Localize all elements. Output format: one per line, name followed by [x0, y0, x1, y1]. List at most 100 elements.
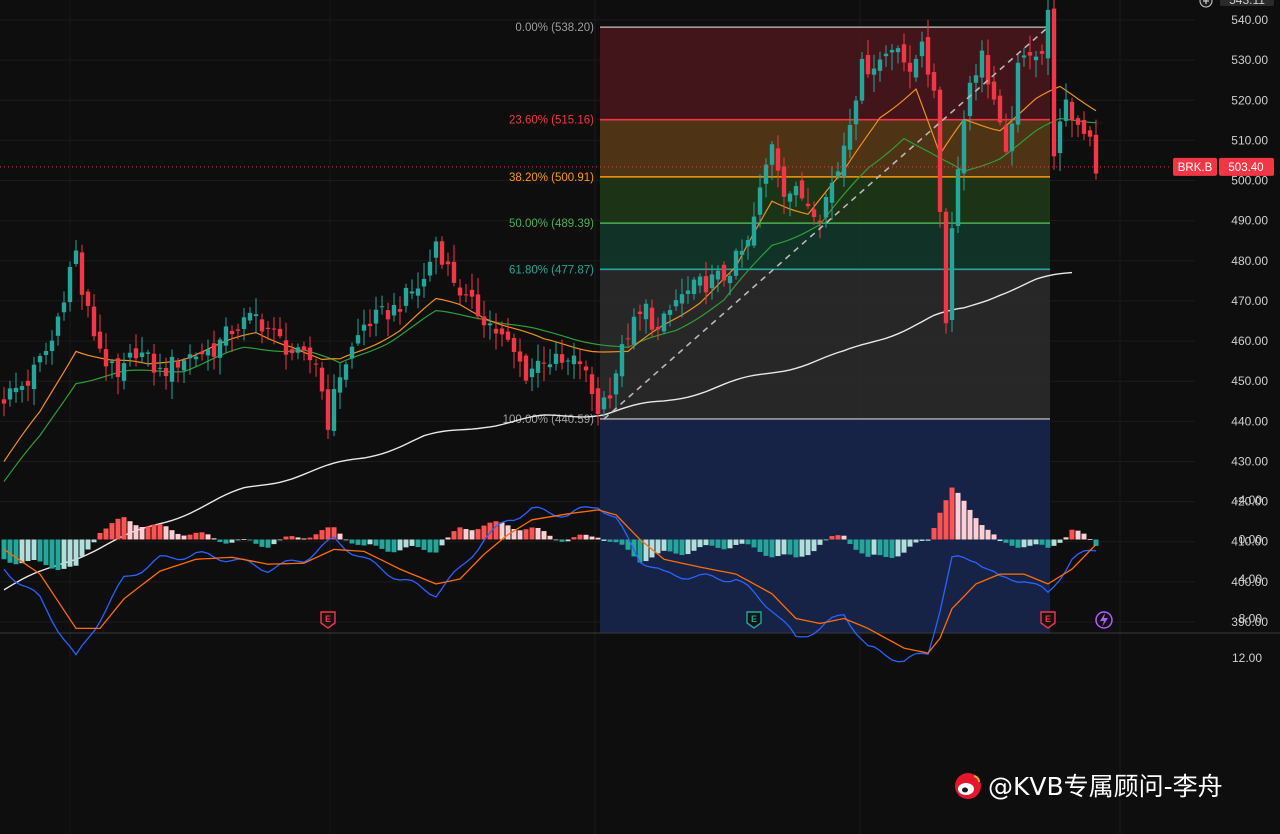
candle-body — [583, 366, 589, 371]
candle-body — [277, 328, 283, 337]
macd-histogram-bar — [733, 539, 739, 545]
candle-body — [367, 323, 373, 327]
macd-histogram-bar — [409, 539, 415, 546]
candle-body — [391, 304, 397, 316]
candle-body — [727, 275, 733, 284]
candle-body — [637, 311, 643, 314]
candle-body — [79, 252, 85, 295]
candle-body — [349, 346, 355, 359]
macd-histogram-bar — [1069, 529, 1075, 540]
macd-histogram-bar — [301, 538, 307, 540]
macd-histogram-bar — [367, 539, 373, 545]
candle-body — [745, 240, 751, 247]
fib-level-label: 23.60% (515.16) — [509, 115, 594, 127]
candle-body — [1075, 118, 1081, 125]
macd-histogram-bar — [727, 539, 733, 549]
macd-histogram-bar — [601, 539, 607, 541]
candle-body — [1, 399, 7, 404]
macd-histogram-bar — [859, 539, 865, 554]
macd-histogram-bar — [151, 524, 157, 540]
macd-histogram-bar — [661, 539, 667, 551]
macd-histogram-bar — [271, 539, 277, 545]
candle-body — [883, 53, 889, 57]
candle-body — [919, 41, 925, 57]
macd-histogram-bar — [205, 534, 211, 540]
macd-histogram-bar — [691, 539, 697, 551]
price-tick-label: 460.00 — [1231, 334, 1268, 348]
candle-body — [307, 347, 313, 361]
candle-body — [97, 331, 103, 349]
macd-histogram-bar — [979, 525, 985, 540]
fib-zone — [600, 223, 1050, 270]
candle-body — [535, 360, 541, 373]
candle-body — [979, 50, 985, 78]
candle-body — [661, 313, 667, 332]
candle-body — [529, 368, 535, 378]
candle-body — [451, 261, 457, 283]
macd-histogram-bar — [583, 534, 589, 540]
macd-histogram-bar — [1081, 533, 1087, 540]
candle-body — [769, 144, 775, 165]
macd-histogram-bar — [757, 539, 763, 553]
macd-histogram-bar — [925, 539, 931, 541]
candle-body — [67, 266, 73, 303]
add-level-button[interactable] — [1199, 0, 1213, 8]
macd-histogram-bar — [901, 539, 907, 553]
candle-body — [931, 72, 937, 91]
candle-body — [1027, 52, 1033, 56]
candle-body — [259, 319, 265, 332]
price-tick-label: 520.00 — [1231, 93, 1268, 107]
candle-body — [133, 348, 139, 359]
macd-histogram-bar — [823, 539, 829, 541]
candle-body — [253, 314, 259, 317]
candle-body — [1033, 56, 1039, 61]
candle-body — [175, 360, 181, 368]
candle-body — [301, 346, 307, 351]
macd-histogram-bar — [55, 539, 61, 571]
price-tick-label: 440.00 — [1231, 414, 1268, 428]
macd-histogram-bar — [817, 539, 823, 545]
candle-body — [823, 196, 829, 218]
macd-histogram-bar — [181, 535, 187, 540]
macd-histogram-bar — [673, 539, 679, 554]
macd-histogram-bar — [1039, 539, 1045, 545]
macd-histogram-bar — [1033, 539, 1039, 545]
macd-histogram-bar — [739, 539, 745, 544]
candle-body — [31, 364, 37, 390]
macd-histogram-bar — [877, 539, 883, 556]
macd-histogram-bar — [337, 533, 343, 540]
macd-tick-label: -4.00 — [1235, 493, 1263, 507]
candle-body — [955, 169, 961, 226]
macd-histogram-bar — [745, 539, 751, 545]
candle-body — [1045, 9, 1051, 59]
candle-body — [589, 374, 595, 395]
candle-body — [433, 241, 439, 258]
macd-histogram-bar — [433, 539, 439, 553]
candle-body — [25, 380, 31, 386]
candle-body — [715, 270, 721, 280]
macd-histogram-bar — [229, 539, 235, 543]
macd-histogram-bar — [937, 512, 943, 540]
candle-body — [337, 377, 343, 393]
candle-body — [913, 58, 919, 78]
candle-body — [565, 360, 571, 362]
candle-body — [949, 228, 955, 321]
candle-body — [1057, 121, 1063, 154]
macd-histogram-bar — [1087, 539, 1093, 540]
macd-histogram-bar — [43, 539, 49, 566]
candle-body — [457, 287, 463, 296]
macd-histogram-bar — [157, 524, 163, 540]
macd-histogram-bar — [73, 539, 79, 566]
candle-body — [55, 316, 61, 336]
candle-body — [223, 326, 229, 346]
candle-body — [115, 358, 121, 377]
candle-body — [289, 349, 295, 354]
macd-histogram-bar — [319, 530, 325, 540]
candle-body — [1009, 123, 1015, 152]
macd-histogram-bar — [193, 532, 199, 540]
candle-body — [1039, 51, 1045, 54]
stock-chart[interactable]: 0.00% (538.20) 23.60% (515.16) 38.20% (500… — [0, 0, 1280, 834]
macd-histogram-bar — [1009, 539, 1015, 546]
candle-body — [265, 327, 271, 330]
macd-tick-label: 0.00 — [1239, 533, 1263, 547]
